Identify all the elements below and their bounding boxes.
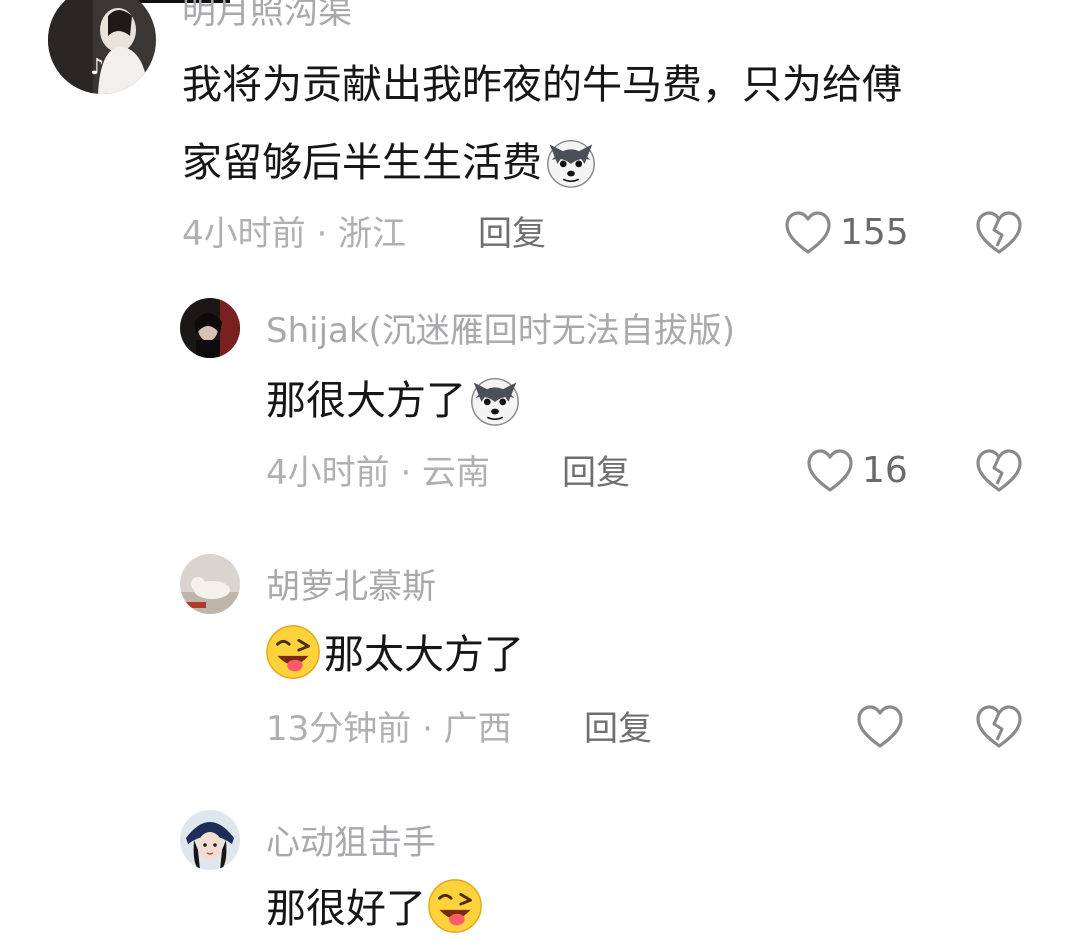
reply-button[interactable]: 回复 [478, 214, 546, 254]
wink-tongue-emoji [264, 623, 322, 681]
comment-text-line: 那太大方了 [324, 632, 524, 678]
broken-heart-icon[interactable] [975, 448, 1023, 494]
comment-text: 家留够后半生生活费 [182, 124, 600, 202]
heart-icon [856, 704, 904, 750]
husky-dog-emoji [466, 369, 524, 427]
username[interactable]: 胡萝北慕斯 [266, 567, 436, 607]
reply-button[interactable]: 回复 [562, 453, 630, 493]
comment-text-line: 那很好了 [266, 886, 426, 932]
like-button[interactable]: 155 [784, 208, 909, 258]
heart-icon [784, 210, 832, 256]
time-location: 13分钟前 · 广西 [266, 709, 512, 749]
time-location: 4小时前 · 浙江 [182, 214, 407, 254]
comment-text-line: 那很大方了 [266, 378, 466, 424]
reply-button[interactable]: 回复 [584, 709, 652, 749]
comment-text-line: 家留够后半生生活费 [182, 140, 542, 186]
husky-dog-emoji [542, 131, 600, 189]
comment-text-line: 我将为贡献出我昨夜的牛马费，只为给傅 [182, 62, 902, 108]
like-count: 16 [862, 450, 908, 491]
username[interactable]: 心动狙击手 [266, 823, 436, 863]
comment-text: 那太大方了 [264, 616, 524, 694]
like-button[interactable] [856, 702, 912, 752]
avatar[interactable] [180, 554, 240, 614]
avatar[interactable] [180, 810, 240, 870]
svg-text:♪: ♪ [90, 55, 104, 80]
avatar[interactable]: ♪ [48, 0, 156, 94]
avatar[interactable] [180, 298, 240, 358]
wink-tongue-emoji [426, 877, 484, 935]
comment-text: 我将为贡献出我昨夜的牛马费，只为给傅 [182, 46, 902, 124]
broken-heart-icon[interactable] [975, 704, 1023, 750]
time-location: 4小时前 · 云南 [266, 453, 491, 493]
like-button[interactable]: 16 [806, 446, 908, 496]
comment-text: 那很大方了 [266, 362, 524, 440]
username[interactable]: 明月照沟渠 [182, 0, 352, 32]
username[interactable]: Shijak(沉迷雁回时无法自拔版) [266, 311, 735, 351]
comment-text: 那很好了 [266, 870, 484, 948]
like-count: 155 [840, 212, 909, 253]
heart-icon [806, 448, 854, 494]
broken-heart-icon[interactable] [975, 210, 1023, 256]
